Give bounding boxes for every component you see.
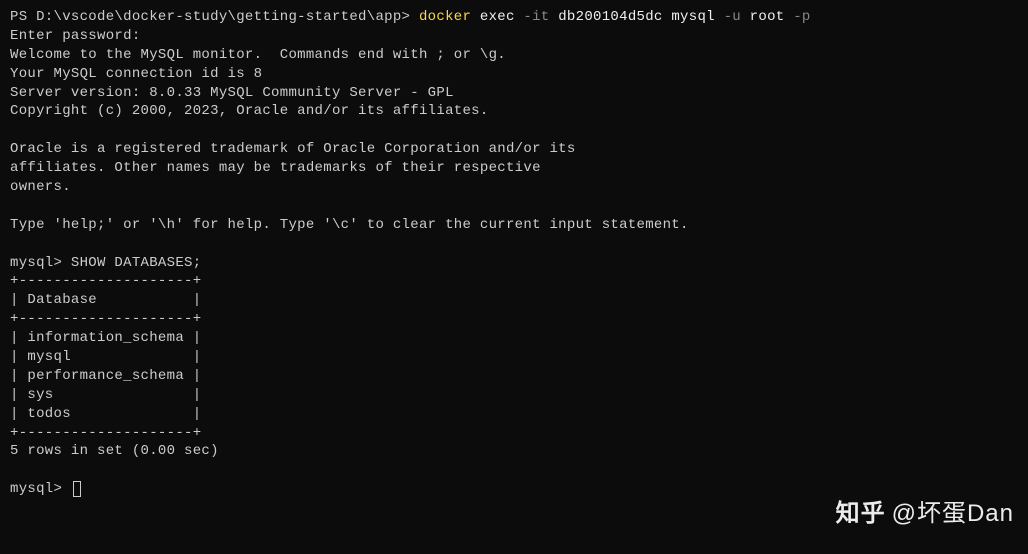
copyright-line: Copyright (c) 2000, 2023, Oracle and/or … bbox=[10, 102, 1018, 121]
blank-line bbox=[10, 461, 1018, 480]
blank-line bbox=[10, 235, 1018, 254]
trademark-line-2: affiliates. Other names may be trademark… bbox=[10, 159, 1018, 178]
connection-id-line: Your MySQL connection id is 8 bbox=[10, 65, 1018, 84]
container-id: db200104d5dc bbox=[550, 9, 672, 25]
root-user: root bbox=[741, 9, 793, 25]
docker-keyword: docker bbox=[419, 9, 471, 25]
server-version-line: Server version: 8.0.33 MySQL Community S… bbox=[10, 84, 1018, 103]
welcome-line: Welcome to the MySQL monitor. Commands e… bbox=[10, 46, 1018, 65]
help-line: Type 'help;' or '\h' for help. Type '\c'… bbox=[10, 216, 1018, 235]
watermark: 知乎 @坏蛋Dan bbox=[836, 498, 1014, 530]
command-line: PS D:\vscode\docker-study\getting-starte… bbox=[10, 8, 1018, 27]
table-header: | Database | bbox=[10, 291, 1018, 310]
table-border-mid: +--------------------+ bbox=[10, 310, 1018, 329]
table-row: | information_schema | bbox=[10, 329, 1018, 348]
trademark-line-3: owners. bbox=[10, 178, 1018, 197]
mysql-prompt: mysql> bbox=[10, 481, 71, 497]
flag-u: -u bbox=[724, 9, 741, 25]
terminal-output[interactable]: PS D:\vscode\docker-study\getting-starte… bbox=[10, 8, 1018, 499]
flag-p: -p bbox=[793, 9, 810, 25]
flags-it: -it bbox=[523, 9, 549, 25]
ps-prompt: PS D:\vscode\docker-study\getting-starte… bbox=[10, 9, 419, 25]
blank-line bbox=[10, 197, 1018, 216]
table-border-top: +--------------------+ bbox=[10, 272, 1018, 291]
mysql-cmd: mysql bbox=[671, 9, 723, 25]
watermark-handle: @坏蛋Dan bbox=[892, 498, 1014, 530]
table-row: | mysql | bbox=[10, 348, 1018, 367]
table-border-bottom: +--------------------+ bbox=[10, 424, 1018, 443]
rows-in-set: 5 rows in set (0.00 sec) bbox=[10, 442, 1018, 461]
mysql-prompt-line: mysql> bbox=[10, 480, 1018, 499]
cursor bbox=[73, 481, 81, 497]
exec-arg: exec bbox=[471, 9, 523, 25]
table-row: | sys | bbox=[10, 386, 1018, 405]
enter-password-line: Enter password: bbox=[10, 27, 1018, 46]
blank-line bbox=[10, 121, 1018, 140]
trademark-line-1: Oracle is a registered trademark of Orac… bbox=[10, 140, 1018, 159]
table-row: | todos | bbox=[10, 405, 1018, 424]
mysql-show-databases: mysql> SHOW DATABASES; bbox=[10, 254, 1018, 273]
table-row: | performance_schema | bbox=[10, 367, 1018, 386]
watermark-site: 知乎 bbox=[836, 498, 886, 530]
